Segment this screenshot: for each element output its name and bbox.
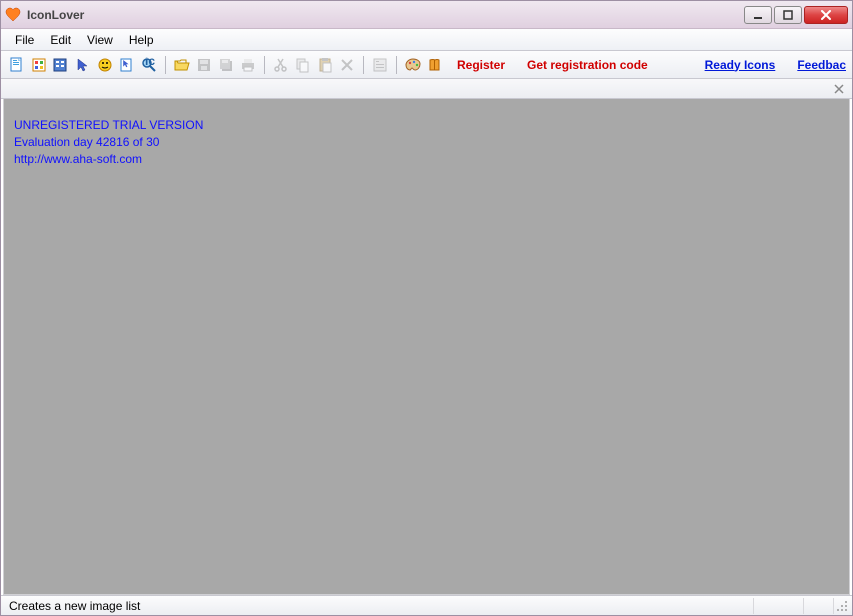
close-button[interactable] <box>804 6 848 24</box>
app-window: IconLover File Edit View Help <box>0 0 853 616</box>
new-ani-icon[interactable] <box>117 55 137 75</box>
new-icon-icon[interactable] <box>29 55 49 75</box>
status-pane-4 <box>804 598 834 614</box>
menu-file[interactable]: File <box>7 31 42 49</box>
status-text: Creates a new image list <box>5 598 704 614</box>
status-bar: Creates a new image list <box>1 595 852 615</box>
new-cursor-icon[interactable] <box>73 55 93 75</box>
feedback-link[interactable]: Feedbac <box>787 58 846 72</box>
window-title: IconLover <box>27 8 84 22</box>
cut-icon <box>271 55 291 75</box>
tab-close-icon[interactable] <box>832 82 846 96</box>
menu-edit[interactable]: Edit <box>42 31 79 49</box>
menu-bar: File Edit View Help <box>1 29 852 51</box>
ready-icons-link[interactable]: Ready Icons <box>695 58 786 72</box>
trial-notice: UNREGISTERED TRIAL VERSION Evaluation da… <box>14 117 203 167</box>
copy-icon <box>293 55 313 75</box>
resize-grip-icon[interactable] <box>834 600 848 612</box>
status-pane-2 <box>704 598 754 614</box>
app-icon <box>5 7 21 23</box>
new-library-icon[interactable] <box>51 55 71 75</box>
toolbar: ic <box>1 51 852 79</box>
trial-line2: Evaluation day 42816 of 30 <box>14 134 203 151</box>
properties-icon <box>370 55 390 75</box>
get-code-link[interactable]: Get registration code <box>517 58 658 72</box>
search-icon[interactable]: ic <box>139 55 159 75</box>
save-icon <box>194 55 214 75</box>
trial-line1: UNREGISTERED TRIAL VERSION <box>14 117 203 134</box>
open-icon[interactable] <box>172 55 192 75</box>
palette-icon[interactable] <box>403 55 423 75</box>
new-image-list-icon[interactable] <box>7 55 27 75</box>
new-gif-icon[interactable] <box>95 55 115 75</box>
status-pane-3 <box>754 598 804 614</box>
menu-view[interactable]: View <box>79 31 121 49</box>
menu-help[interactable]: Help <box>121 31 162 49</box>
title-bar: IconLover <box>1 1 852 29</box>
print-icon <box>238 55 258 75</box>
help-book-icon[interactable] <box>425 55 445 75</box>
trial-url[interactable]: http://www.aha-soft.com <box>14 151 203 168</box>
maximize-button[interactable] <box>774 6 802 24</box>
delete-icon <box>337 55 357 75</box>
svg-text:ic: ic <box>145 57 155 68</box>
workspace: UNREGISTERED TRIAL VERSION Evaluation da… <box>3 99 850 595</box>
register-link[interactable]: Register <box>447 58 515 72</box>
save-all-icon <box>216 55 236 75</box>
minimize-button[interactable] <box>744 6 772 24</box>
tab-strip <box>1 79 852 99</box>
paste-icon <box>315 55 335 75</box>
